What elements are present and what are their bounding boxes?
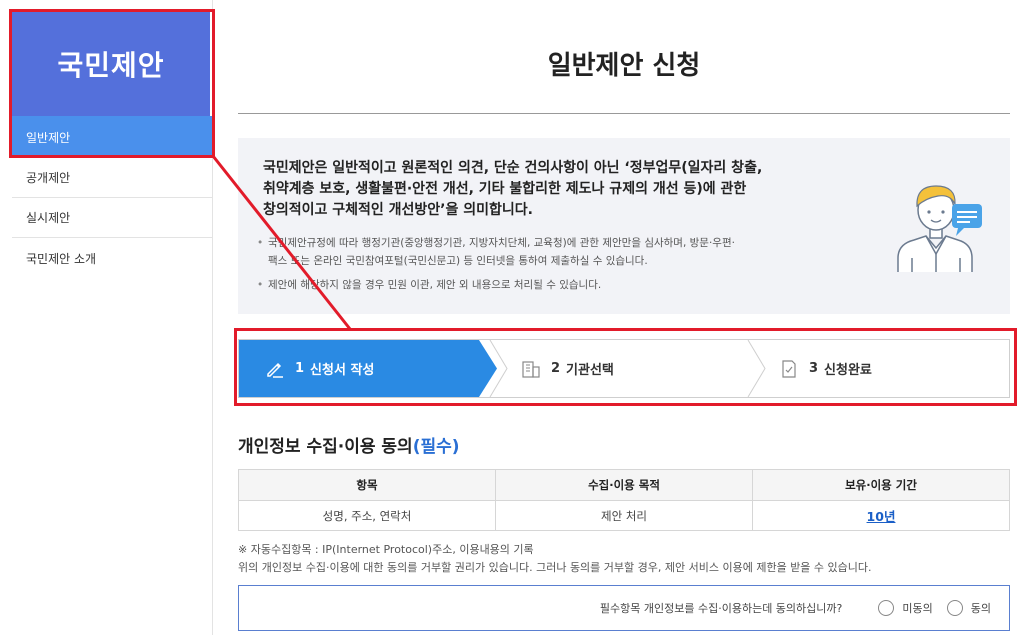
column-header: 보유·이용 기간 [752,469,1010,501]
step-1-application[interactable]: 1 신청서 작성 [239,340,497,397]
privacy-section-title: 개인정보 수집·이용 동의(필수) [238,432,460,457]
table-cell: 10년 [752,500,1010,531]
step-2-institution[interactable]: 2 기관선택 [499,340,749,397]
sidebar-header: 국민제안 [12,12,210,116]
title-divider [238,113,1010,114]
document-check-icon [779,359,799,379]
disagree-radio[interactable]: 미동의 [878,600,933,616]
column-header: 항목 [238,469,496,501]
required-label: (필수) [412,437,460,457]
agree-radio[interactable]: 동의 [946,600,991,616]
page-title: 일반제안 신청 [547,51,701,81]
info-lead-line: 국민제안은 일반적이고 원론적인 의견, 단순 건의사항이 아닌 ‘정부업무(일… [263,160,763,176]
step-label: 기관선택 [566,363,614,378]
step-label: 신청완료 [824,363,872,378]
privacy-table: 항목 수집·이용 목적 보유·이용 기간 성명, 주소, 연락처 제안 처리 1… [238,469,1010,531]
step-number: 2 [551,361,561,376]
table-header-row: 항목 수집·이용 목적 보유·이용 기간 [238,469,1010,501]
table-row: 성명, 주소, 연락처 제안 처리 10년 [238,500,1010,531]
sidebar: 국민제안 일반제안 공개제안 실시제안 국민제안 소개 [0,0,213,635]
info-bullet: 제안에 해당하지 않을 경우 민원 이관, 제안 외 내용으로 처리될 수 있습… [257,276,848,294]
info-bullet: 국민제안규정에 따라 행정기관(중앙행정기관, 지방자치단체, 교육청)에 관한… [257,234,848,270]
info-box: 국민제안은 일반적이고 원론적인 의견, 단순 건의사항이 아닌 ‘정부업무(일… [238,138,1010,314]
step-number: 3 [809,361,819,376]
pencil-icon [265,359,285,379]
column-header: 수집·이용 목적 [495,469,753,501]
radio-circle[interactable] [878,600,895,616]
info-lead-line: 창의적이고 구체적인 개선방안’을 의미합니다. [263,202,533,218]
sidebar-title: 국민제안 [57,49,165,82]
radio-label: 미동의 [902,602,933,615]
retention-period-link[interactable]: 10년 [867,509,896,524]
step-number: 1 [295,361,305,376]
info-bullet-line: 국민제안규정에 따라 행정기관(중앙행정기관, 지방자치단체, 교육청)에 관한… [268,237,735,249]
consent-question: 필수항목 개인정보를 수집·이용하는데 동의하십니까? [599,602,843,615]
info-lead-line: 취약계층 보호, 생활불편·안전 개선, 기타 불합리한 제도나 규제의 개선 … [263,181,747,197]
refusal-note: 위의 개인정보 수집·이용에 대한 동의를 거부할 권리가 있습니다. 그러나 … [238,561,872,574]
step-3-complete[interactable]: 3 신청완료 [755,340,1009,397]
radio-label: 동의 [970,602,991,615]
info-lead-text: 국민제안은 일반적이고 원론적인 의견, 단순 건의사항이 아닌 ‘정부업무(일… [263,158,843,221]
auto-collect-note: ※ 자동수집항목 : IP(Internet Protocol)주소, 이용내용… [238,543,534,556]
building-icon [521,359,541,379]
info-bullet-line: 팩스 또는 온라인 국민참여포털(국민신문고) 등 인터넷을 통하여 제출하실 … [268,255,648,267]
privacy-title-text: 개인정보 수집·이용 동의 [238,437,413,457]
person-speech-icon [897,185,982,272]
sidebar-item-implemented-proposal[interactable]: 실시제안 [12,198,212,238]
table-cell: 성명, 주소, 연락처 [238,500,496,531]
step-indicator: 1 신청서 작성 2 기관선택 3 신청완료 [238,339,1010,398]
sidebar-item-general-proposal[interactable]: 일반제안 [12,116,212,158]
consent-box: 필수항목 개인정보를 수집·이용하는데 동의하십니까? 미동의 동의 [238,585,1010,631]
table-cell: 제안 처리 [495,500,753,531]
info-bullet-line: 제안에 해당하지 않을 경우 민원 이관, 제안 외 내용으로 처리될 수 있습… [268,279,602,291]
sidebar-item-public-proposal[interactable]: 공개제안 [12,158,212,198]
radio-circle[interactable] [946,600,963,616]
step-label: 신청서 작성 [310,363,375,378]
sidebar-item-about[interactable]: 국민제안 소개 [12,238,212,278]
